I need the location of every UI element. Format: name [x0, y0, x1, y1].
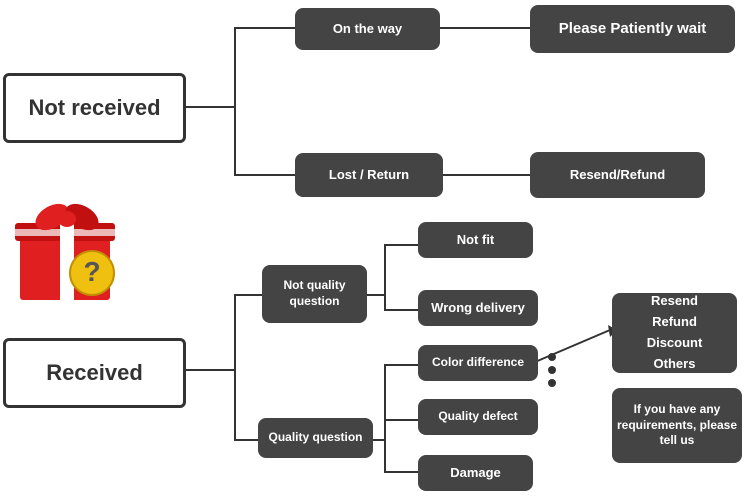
quality-defect-node: Quality defect — [418, 399, 538, 435]
quality-question-node: Quality question — [258, 418, 373, 458]
received-node: Received — [3, 338, 186, 408]
not-fit-node: Not fit — [418, 222, 533, 258]
resend-etc-node: Resend Refund Discount Others — [612, 293, 737, 373]
please-wait-node: Please Patiently wait — [530, 5, 735, 53]
resend-refund-top-node: Resend/Refund — [530, 152, 705, 198]
damage-node: Damage — [418, 455, 533, 491]
svg-text:?: ? — [83, 256, 100, 287]
lost-return-node: Lost / Return — [295, 153, 443, 197]
requirements-node: If you have any requirements, please tel… — [612, 388, 742, 463]
dots — [548, 353, 556, 387]
not-received-node: Not received — [3, 73, 186, 143]
gift-box-image: ? — [10, 185, 130, 305]
color-difference-node: Color difference — [418, 345, 538, 381]
on-the-way-node: On the way — [295, 8, 440, 50]
not-quality-node: Not quality question — [262, 265, 367, 323]
wrong-delivery-node: Wrong delivery — [418, 290, 538, 326]
